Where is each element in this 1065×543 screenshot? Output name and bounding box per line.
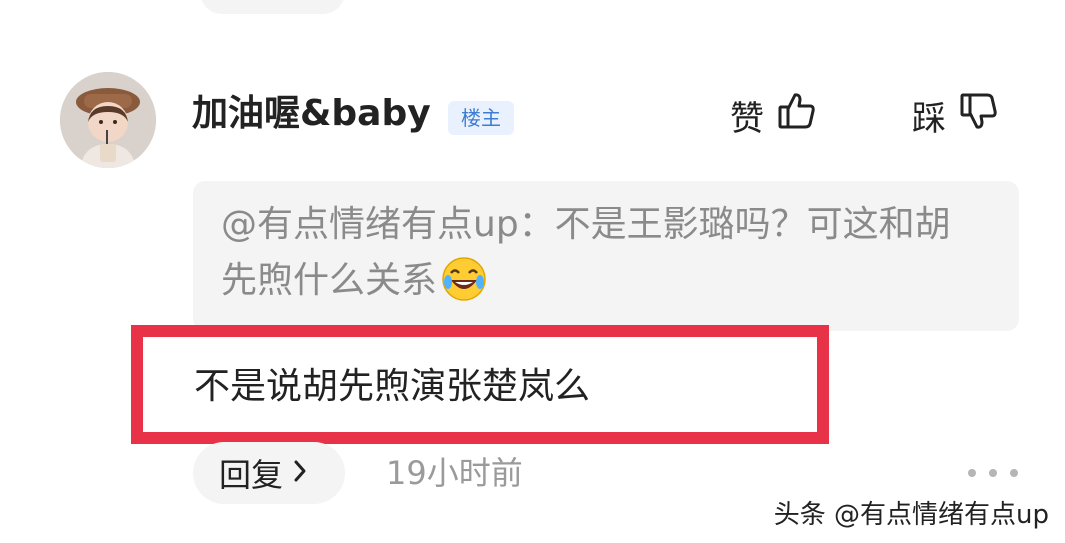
dot — [1010, 469, 1018, 477]
laughing-crying-emoji-icon — [441, 256, 487, 319]
dot — [989, 469, 997, 477]
op-badge: 楼主 — [448, 101, 514, 135]
quoted-comment[interactable]: @有点情绪有点up：不是王影璐吗？可这和胡先煦什么关系 — [193, 181, 1019, 331]
timestamp: 19小时前 — [386, 454, 523, 492]
like-label: 赞 — [730, 98, 764, 139]
like-button[interactable]: 赞 — [730, 90, 818, 141]
chevron-right-icon — [291, 454, 309, 492]
dislike-button[interactable]: 踩 — [912, 90, 1000, 141]
username[interactable]: 加油喔&baby — [192, 90, 431, 138]
avatar[interactable] — [60, 72, 156, 168]
reply-label: 回复 — [219, 456, 284, 494]
watermark: 头条 @有点情绪有点up — [773, 500, 1049, 530]
dot — [968, 469, 976, 477]
dislike-label: 踩 — [912, 98, 946, 139]
quoted-comment-text: @有点情绪有点up：不是王影璐吗？可这和胡先煦什么关系 — [221, 197, 981, 319]
comment-text: 不是说胡先煦演张楚岚么 — [194, 366, 591, 407]
reply-button[interactable]: 回复 — [193, 442, 345, 504]
thumbs-up-icon — [776, 90, 818, 141]
previous-comment-button[interactable] — [200, 0, 345, 14]
thumbs-down-icon — [958, 90, 1000, 141]
more-dots-icon[interactable] — [968, 458, 1018, 488]
avatar-image — [60, 72, 156, 168]
